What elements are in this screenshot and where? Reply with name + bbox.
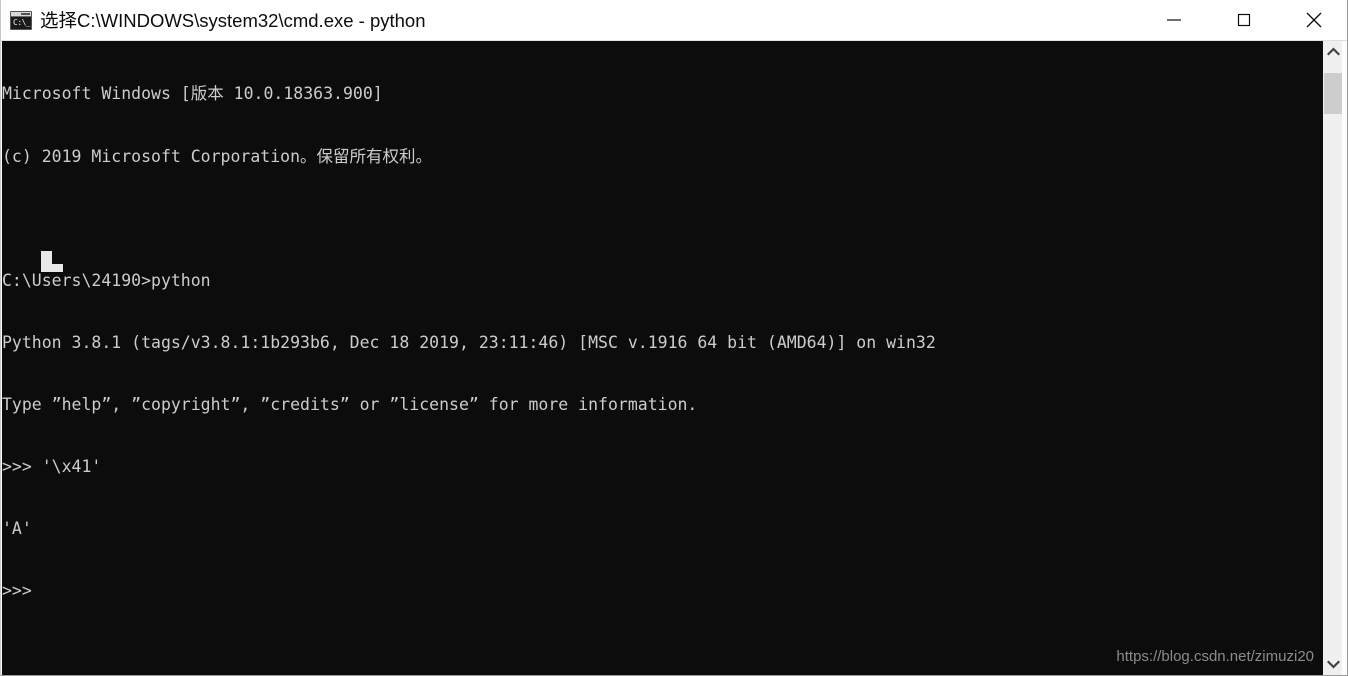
console-line: 'A' (2, 519, 32, 539)
chevron-down-icon (1326, 660, 1340, 669)
block-cursor-tail (41, 264, 63, 272)
cmd-window: C:\_ 选择C:\WINDOWS\system32\cmd.exe - pyt… (0, 0, 1348, 676)
console-output-area[interactable]: Microsoft Windows [版本 10.0.18363.900] (c… (2, 41, 1322, 675)
console-text: Microsoft Windows [版本 10.0.18363.900] (c… (2, 43, 1322, 643)
window-controls (1139, 0, 1347, 40)
window-title: 选择C:\WINDOWS\system32\cmd.exe - python (40, 10, 426, 31)
console-line: >>> (2, 581, 32, 601)
console-line: Microsoft Windows [版本 10.0.18363.900] (2, 84, 383, 104)
scrollbar-track[interactable] (1323, 62, 1343, 654)
console-line: Type ”help”, ”copyright”, ”credits” or ”… (2, 394, 698, 414)
icon-titlebar (11, 11, 31, 17)
console-line: (c) 2019 Microsoft Corporation。保留所有权利。 (2, 146, 433, 166)
console-line: >>> '\x41' (2, 456, 102, 476)
titlebar[interactable]: C:\_ 选择C:\WINDOWS\system32\cmd.exe - pyt… (1, 0, 1347, 41)
console-line: Python 3.8.1 (tags/v3.8.1:1b293b6, Dec 1… (2, 332, 936, 352)
icon-prompt-label: C:\_ (13, 17, 31, 27)
maximize-button[interactable] (1209, 0, 1279, 40)
scroll-up-button[interactable] (1323, 41, 1343, 62)
maximize-icon (1237, 13, 1251, 27)
close-button[interactable] (1279, 0, 1347, 40)
watermark-text: https://blog.csdn.net/zimuzi20 (1116, 648, 1314, 665)
scroll-down-button[interactable] (1323, 654, 1343, 675)
window-right-edge (1342, 41, 1347, 675)
scrollbar-thumb[interactable] (1324, 73, 1343, 114)
console-line: C:\Users\24190>python (2, 270, 211, 290)
minimize-icon (1167, 19, 1181, 21)
chevron-up-icon (1326, 47, 1340, 56)
cmd-exe-icon: C:\_ (10, 10, 32, 30)
close-icon (1306, 12, 1322, 28)
vertical-scrollbar[interactable] (1322, 41, 1343, 675)
minimize-button[interactable] (1139, 0, 1209, 40)
